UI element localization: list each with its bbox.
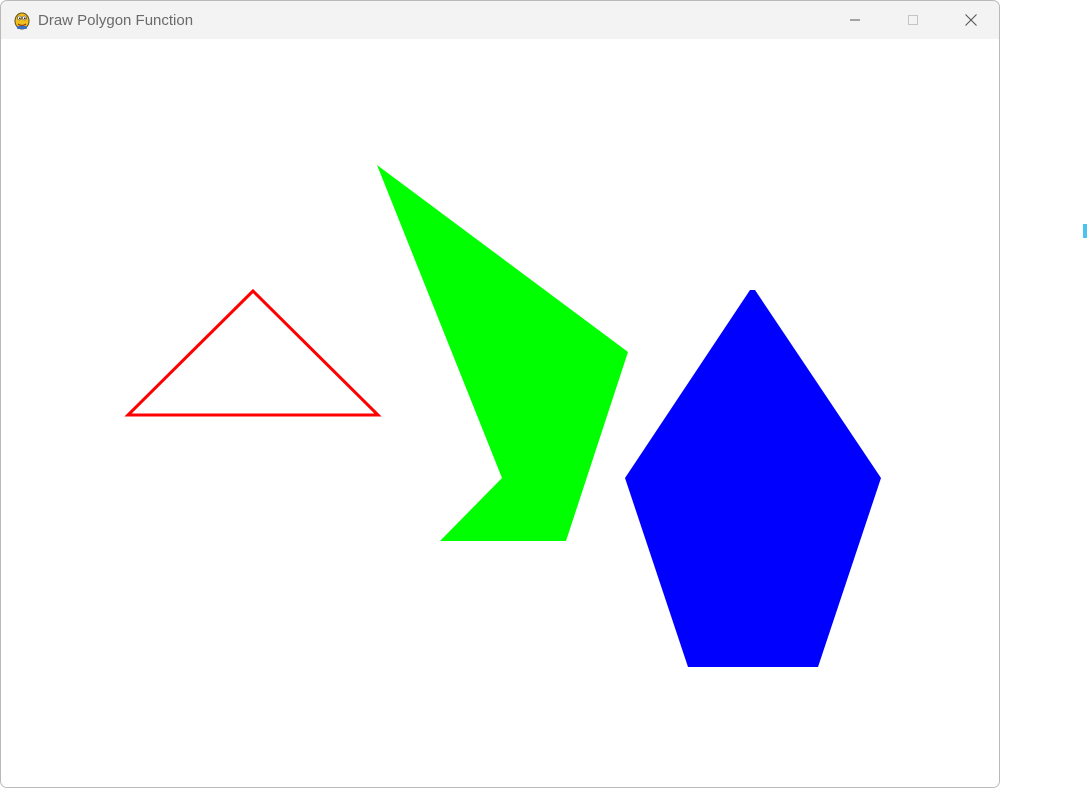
edge-accent-mark bbox=[1083, 224, 1087, 238]
drawing-canvas[interactable] bbox=[1, 39, 999, 787]
minimize-icon bbox=[850, 19, 860, 21]
polygon-drawing bbox=[124, 165, 881, 667]
pygame-snake-icon bbox=[12, 10, 32, 30]
app-window: Draw Polygon Function bbox=[0, 0, 1000, 788]
title-bar[interactable]: Draw Polygon Function bbox=[1, 1, 999, 39]
minimize-button[interactable] bbox=[826, 1, 884, 39]
close-icon bbox=[965, 14, 977, 26]
maximize-button[interactable] bbox=[884, 1, 942, 39]
maximize-icon bbox=[908, 15, 918, 25]
window-title: Draw Polygon Function bbox=[38, 12, 194, 29]
blue-pentagon bbox=[625, 290, 881, 667]
desktop: Draw Polygon Function bbox=[0, 0, 1089, 790]
close-button[interactable] bbox=[942, 1, 999, 39]
triangle-outline bbox=[124, 288, 382, 417]
green-concave-polygon bbox=[377, 165, 628, 541]
